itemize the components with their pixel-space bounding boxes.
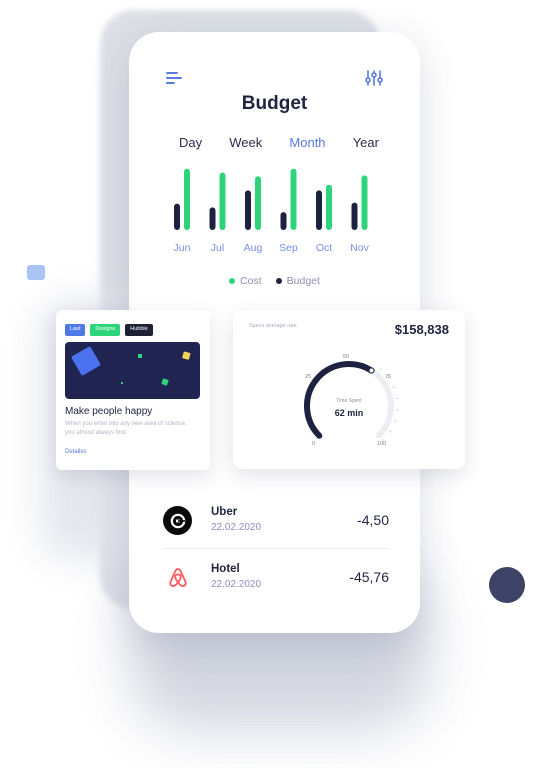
- article-details-link[interactable]: Detailes: [65, 449, 87, 455]
- page-title: Budget: [241, 93, 308, 114]
- x-tick-oct: Oct: [316, 242, 332, 254]
- gauge-card: Specs average rate $158,838 0 25 50 75 1…: [233, 310, 465, 469]
- gauge-tick-mark: [393, 420, 397, 422]
- bar-cost-sep[interactable]: [290, 168, 297, 230]
- gauge-tick-mark: [392, 386, 396, 389]
- bar-cost-aug[interactable]: [255, 176, 261, 230]
- bar-budget-nov[interactable]: [351, 202, 358, 230]
- transaction-name: Hotel: [211, 563, 240, 575]
- article-title: Make people happy: [65, 406, 153, 417]
- legend-label-budget: Budget: [286, 275, 320, 287]
- bar-chart-svg: Jun Jul Aug Sep Oct Nov: [174, 168, 370, 254]
- gauge-amount: $158,838: [394, 322, 449, 337]
- transaction-date: 22.02.2020: [211, 579, 262, 590]
- x-tick-nov: Nov: [350, 242, 369, 254]
- tag-designs[interactable]: Designs: [90, 324, 121, 336]
- decorative-circle: [489, 567, 525, 603]
- gauge-tick-75: 75: [385, 374, 392, 380]
- budget-bar-chart: Jun Jul Aug Sep Oct Nov: [167, 162, 382, 262]
- legend-label-cost: Cost: [240, 275, 262, 287]
- tab-year[interactable]: Year: [353, 135, 379, 150]
- menu-button[interactable]: [166, 70, 184, 86]
- illustration-dot: [121, 382, 123, 384]
- bar-cost-jul[interactable]: [219, 172, 226, 230]
- chart-legend: Cost Budget: [129, 275, 420, 287]
- legend-dot-budget: [275, 278, 282, 284]
- filter-button[interactable]: [365, 69, 383, 87]
- transaction-amount: -4,50: [357, 512, 389, 528]
- legend-item-budget: Budget: [275, 275, 320, 287]
- menu-icon-line: [166, 72, 178, 74]
- menu-icon-line: [166, 82, 175, 84]
- gauge-tick-25: 25: [305, 374, 312, 380]
- sliders-icon: [365, 70, 383, 86]
- gauge-svg: [304, 361, 399, 442]
- legend-dot-cost: [229, 278, 236, 284]
- tab-month[interactable]: Month: [289, 135, 325, 150]
- tag-list: Last Designs Hubble: [65, 324, 153, 336]
- transaction-uber[interactable]: Uber 22.02.2020 -4,50: [163, 500, 389, 540]
- transaction-name: Uber: [211, 506, 238, 518]
- article-card[interactable]: Last Designs Hubble Make people happy Wh…: [56, 310, 210, 470]
- tab-day[interactable]: Day: [179, 135, 202, 150]
- transaction-hotel[interactable]: Hotel 22.02.2020 -45,76: [163, 557, 389, 597]
- legend-item-cost: Cost: [229, 275, 262, 287]
- x-tick-jun: Jun: [174, 242, 191, 254]
- tag-last[interactable]: Last: [65, 324, 86, 336]
- illustration-dot: [138, 354, 142, 358]
- uber-icon: [163, 506, 192, 535]
- transaction-divider: [163, 548, 389, 549]
- transaction-amount: -45,76: [349, 569, 389, 585]
- x-tick-sep: Sep: [279, 242, 298, 254]
- decorative-square: [27, 265, 45, 280]
- gauge-tick-100: 100: [377, 441, 387, 447]
- bar-cost-nov[interactable]: [361, 175, 368, 230]
- menu-icon-line: [166, 77, 182, 79]
- illustration-dot: [182, 351, 191, 360]
- illustration-cube: [71, 346, 101, 376]
- bar-budget-aug[interactable]: [245, 190, 251, 230]
- bar-cost-oct[interactable]: [326, 184, 332, 230]
- airbnb-icon: [163, 563, 192, 592]
- x-tick-aug: Aug: [244, 242, 263, 254]
- gauge-caption: Time Spent: [336, 398, 362, 404]
- x-tick-jul: Jul: [211, 242, 224, 254]
- bar-budget-jun[interactable]: [174, 203, 180, 230]
- bar-budget-sep[interactable]: [280, 212, 287, 230]
- gauge-tick-50: 50: [343, 354, 350, 360]
- gauge-tick-mark: [388, 430, 392, 433]
- gauge-tick-0: 0: [312, 441, 316, 447]
- tag-hubble[interactable]: Hubble: [125, 324, 153, 336]
- bar-budget-jul[interactable]: [209, 207, 216, 230]
- gauge-tick-mark: [379, 367, 382, 371]
- period-tabs: Day Week Month Year: [179, 135, 379, 150]
- bar-cost-jun[interactable]: [184, 168, 190, 230]
- tab-week[interactable]: Week: [229, 135, 262, 150]
- bar-budget-oct[interactable]: [316, 190, 322, 230]
- time-spent-gauge: 0 25 50 75 100 Time Spent 62 min: [293, 348, 405, 460]
- transaction-date: 22.02.2020: [211, 522, 262, 533]
- gauge-value: 62 min: [334, 408, 364, 418]
- illustration-dot: [161, 378, 169, 386]
- article-illustration: [65, 342, 200, 399]
- gauge-handle[interactable]: [368, 367, 375, 374]
- gauge-label: Specs average rate: [249, 323, 297, 329]
- article-description: When you enter into any new area of scie…: [65, 421, 187, 436]
